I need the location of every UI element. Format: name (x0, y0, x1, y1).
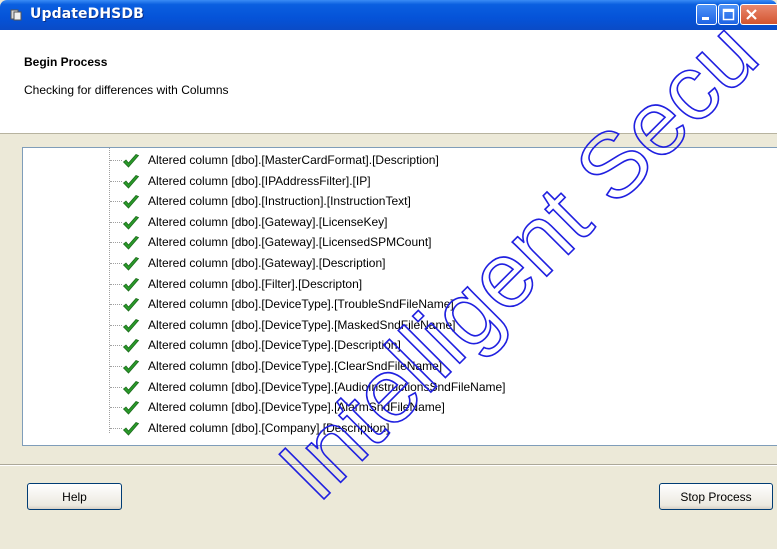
log-item-text: Altered column [dbo].[Gateway].[Descript… (148, 255, 386, 270)
tree-branch (110, 324, 122, 326)
log-list[interactable]: Altered column [dbo].[MasterCardFormat].… (22, 147, 777, 446)
stop-process-button[interactable]: Stop Process (659, 483, 773, 510)
title-bar[interactable]: UpdateDHSDB (0, 0, 777, 30)
page-title: Begin Process (24, 55, 108, 69)
log-item-text: Altered column [dbo].[Instruction].[Inst… (148, 194, 411, 209)
tree-branch (110, 221, 122, 223)
help-button[interactable]: Help (27, 483, 122, 510)
log-item-text: Altered column [dbo].[Gateway].[Licensed… (148, 235, 432, 250)
tree-branch (110, 427, 122, 429)
tree-branch (110, 180, 122, 182)
green-check-icon (122, 359, 140, 374)
tree-branch (110, 160, 122, 161)
log-item-text: Altered column [dbo].[MasterCardFormat].… (148, 153, 439, 167)
green-check-icon (122, 298, 140, 312)
green-check-icon (122, 174, 140, 189)
tree-branch (110, 407, 122, 409)
log-item-text: Altered column [dbo].[Filter].[Descripto… (148, 276, 363, 291)
tree-branch (110, 386, 122, 388)
tree-branch (110, 304, 122, 306)
log-item-text: Altered column [dbo].[IPAddressFilter].[… (148, 173, 371, 188)
green-check-icon (122, 256, 140, 271)
green-check-icon (122, 380, 140, 395)
tree-branch (110, 283, 122, 285)
log-item-text: Altered column [dbo].[DeviceType].[Descr… (148, 338, 401, 353)
log-item-text: Altered column [dbo].[Company].[Descript… (148, 420, 390, 435)
footer-divider (0, 464, 777, 466)
wizard-header: Begin Process Checking for differences w… (0, 30, 777, 134)
page-subtitle: Checking for differences with Columns (24, 83, 229, 97)
tree-branch (110, 262, 122, 264)
log-item-text: Altered column [dbo].[DeviceType].[Clear… (148, 358, 443, 373)
log-item-text: Altered column [dbo].[DeviceType].[Audio… (148, 379, 506, 394)
app-icon (10, 9, 22, 21)
minimize-button[interactable] (696, 4, 717, 25)
log-item-text: Altered column [dbo].[DeviceType].[Troub… (148, 297, 454, 312)
green-check-icon (122, 215, 140, 230)
close-button[interactable] (740, 4, 777, 25)
green-check-icon (122, 421, 140, 436)
green-check-icon (122, 277, 140, 292)
green-check-icon (122, 195, 140, 209)
window-title: UpdateDHSDB (30, 6, 144, 22)
log-item-text: Altered column [dbo].[DeviceType].[Maske… (148, 317, 456, 332)
tree-branch (110, 201, 122, 203)
tree-branch (110, 345, 122, 347)
tree-branch (110, 242, 122, 244)
maximize-icon (722, 8, 735, 21)
green-check-icon (122, 318, 140, 333)
log-item-text: Altered column [dbo].[Gateway].[LicenseK… (148, 214, 388, 229)
maximize-button[interactable] (718, 4, 739, 25)
tree-connector (109, 148, 110, 433)
minimize-icon (702, 17, 709, 20)
log-item-text: Altered column [dbo].[DeviceType].[Alarm… (148, 400, 445, 415)
green-check-icon (122, 154, 140, 168)
green-check-icon (122, 401, 140, 415)
close-icon (746, 9, 757, 20)
green-check-icon (122, 339, 140, 353)
green-check-icon (122, 236, 140, 250)
tree-branch (110, 365, 122, 367)
